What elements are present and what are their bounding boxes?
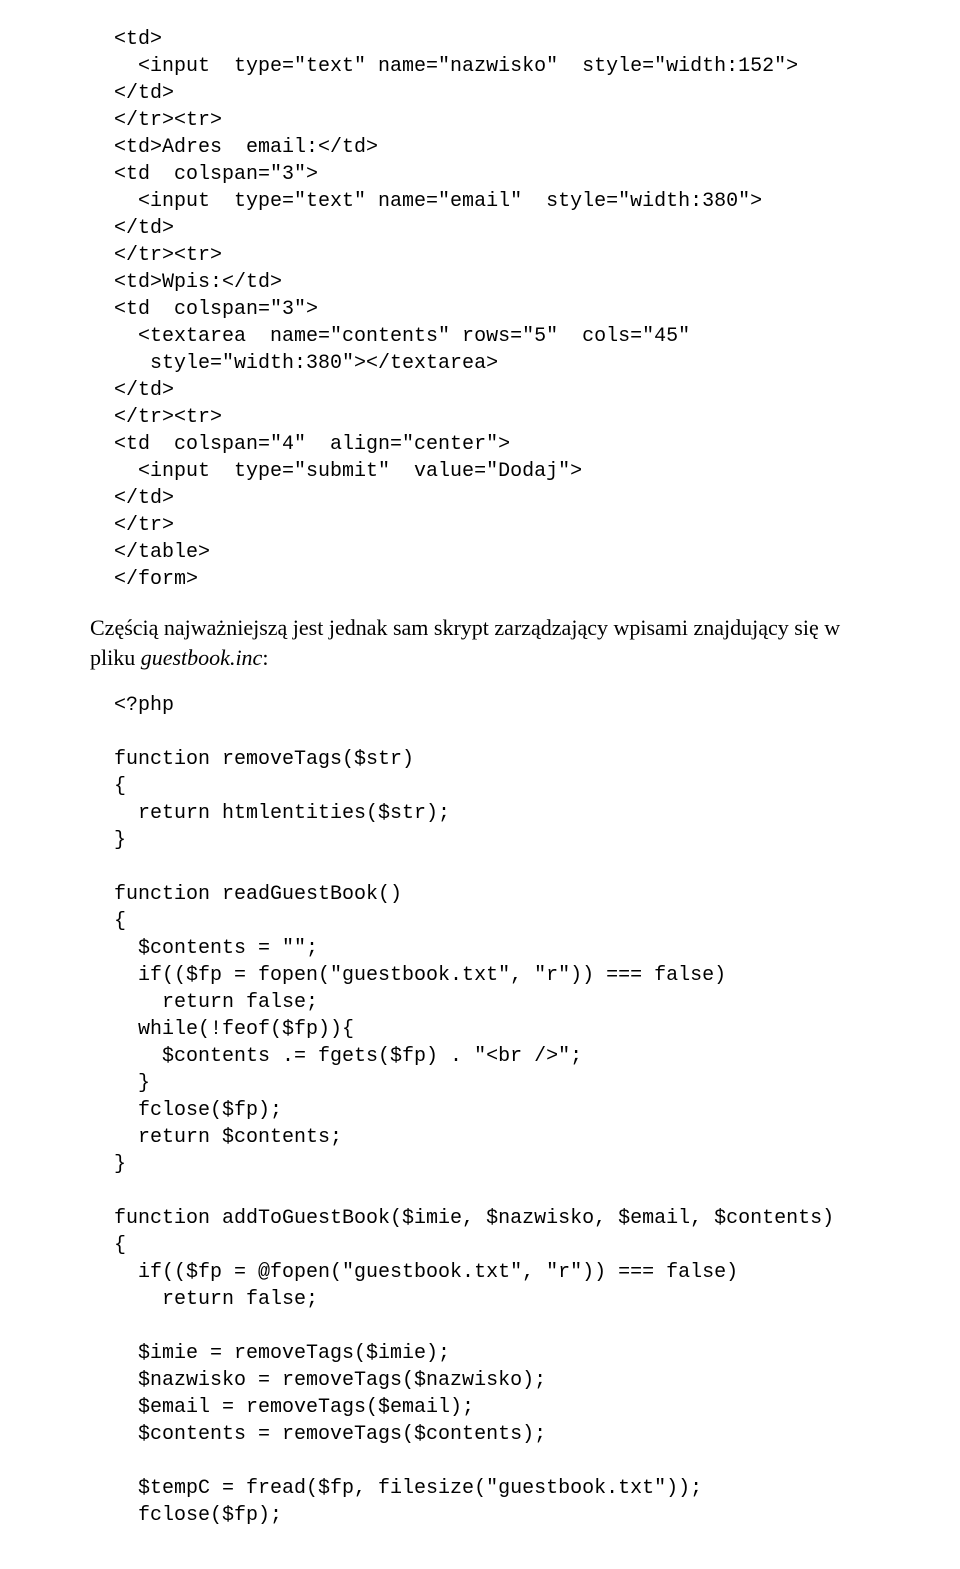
code-block-html: <td> <input type="text" name="nazwisko" … <box>90 26 870 593</box>
para-text-after: : <box>262 645 268 670</box>
page: <td> <input type="text" name="nazwisko" … <box>0 0 960 1569</box>
paragraph-description: Częścią najważniejszą jest jednak sam sk… <box>90 613 870 672</box>
filename-guestbook: guestbook.inc <box>141 645 263 670</box>
code-block-php: <?php function removeTags($str) { return… <box>90 692 870 1529</box>
